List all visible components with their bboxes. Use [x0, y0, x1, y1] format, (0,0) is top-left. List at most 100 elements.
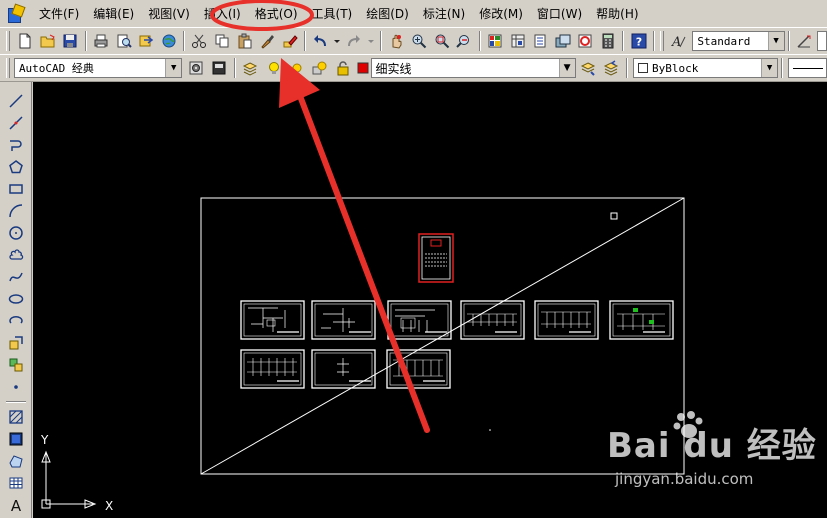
sheet-thumbnail[interactable] [387, 300, 452, 340]
cover-sheet-thumbnail[interactable] [418, 233, 454, 283]
polyline-tool-button[interactable] [5, 135, 27, 155]
linetype-combo[interactable] [788, 58, 827, 78]
layer-freeze-toggle[interactable] [286, 57, 307, 79]
menu-modify[interactable]: 修改(M) [472, 3, 530, 25]
construction-line-tool-button[interactable] [5, 113, 27, 133]
make-object-layer-current-button[interactable] [578, 57, 599, 79]
menu-format[interactable]: 格式(O) [248, 3, 305, 25]
drawing-canvas[interactable]: Y X Bai du 经验 jingyan.baidu.com [33, 82, 827, 518]
open-file-button[interactable] [37, 30, 58, 52]
tool-palettes-button[interactable] [530, 30, 551, 52]
sheet-thumbnail[interactable] [311, 300, 376, 340]
menu-insert[interactable]: 插入(I) [197, 3, 248, 25]
circle-tool-button[interactable] [5, 223, 27, 243]
menu-edit[interactable]: 编辑(E) [86, 3, 141, 25]
polygon-tool-button[interactable] [5, 157, 27, 177]
layer-combo[interactable]: 细实线 ▼ [370, 58, 576, 78]
sheet-set-manager-button[interactable] [552, 30, 573, 52]
layer-viewport-freeze-toggle[interactable] [309, 57, 330, 79]
grip-square[interactable] [610, 212, 618, 220]
color-value: ByBlock [652, 61, 699, 75]
toolbar-grip[interactable] [6, 58, 10, 78]
sheet-thumbnail[interactable] [386, 349, 451, 389]
multiline-text-tool-button[interactable]: A [5, 495, 27, 515]
insert-block-tool-button[interactable] [5, 333, 27, 353]
undo-button[interactable] [310, 30, 331, 52]
redo-button[interactable] [344, 30, 365, 52]
layer-properties-button[interactable] [240, 57, 261, 79]
paste-button[interactable] [234, 30, 255, 52]
menu-dimension[interactable]: 标注(N) [416, 3, 472, 25]
zoom-realtime-button[interactable] [409, 30, 430, 52]
revision-cloud-tool-button[interactable] [5, 245, 27, 265]
sheet-thumbnail[interactable] [240, 300, 305, 340]
dimension-style-combo[interactable] [817, 31, 827, 51]
properties-button[interactable] [485, 30, 506, 52]
help-icon: ? [631, 33, 647, 49]
ucs-y-label: Y [40, 433, 49, 447]
hatch-tool-button[interactable] [5, 407, 27, 427]
undo-dropdown[interactable] [333, 30, 342, 52]
rectangle-tool-button[interactable] [5, 179, 27, 199]
menu-tools[interactable]: 工具(T) [305, 3, 360, 25]
layer-previous-button[interactable] [601, 57, 622, 79]
save-workspace-button[interactable] [208, 57, 229, 79]
workspace-settings-button[interactable] [185, 57, 206, 79]
table-tool-button[interactable] [5, 473, 27, 493]
sheet-thumbnail[interactable] [534, 300, 599, 340]
menu-help[interactable]: 帮助(H) [589, 3, 645, 25]
design-center-button[interactable] [507, 30, 528, 52]
zoom-previous-button[interactable] [454, 30, 475, 52]
copy-button[interactable] [212, 30, 233, 52]
chevron-down-icon[interactable]: ▼ [558, 59, 575, 77]
menu-draw[interactable]: 绘图(D) [359, 3, 416, 25]
chevron-down-icon[interactable]: ▼ [165, 59, 182, 77]
zoom-window-button[interactable] [431, 30, 452, 52]
text-style-button[interactable]: A [669, 30, 690, 52]
save-button[interactable] [60, 30, 81, 52]
layer-lock-toggle[interactable] [333, 57, 354, 79]
toolbar-grip[interactable] [6, 31, 10, 51]
workspace-combo[interactable]: AutoCAD 经典 ▼ [13, 58, 183, 78]
redo-dropdown[interactable] [367, 30, 376, 52]
layer-color-swatch[interactable] [356, 57, 370, 79]
print-button[interactable] [91, 30, 112, 52]
menu-view[interactable]: 视图(V) [141, 3, 197, 25]
autocad-app-icon[interactable] [6, 5, 24, 23]
block-editor-button[interactable] [280, 30, 301, 52]
menu-file[interactable]: 文件(F) [32, 3, 86, 25]
match-properties-button[interactable] [257, 30, 278, 52]
point-tool-button[interactable] [5, 377, 27, 397]
pan-realtime-button[interactable] [386, 30, 407, 52]
dimension-style-button[interactable] [794, 30, 815, 52]
sheet-thumbnail[interactable] [609, 300, 674, 340]
chevron-down-icon[interactable]: ▼ [767, 32, 784, 50]
ellipse-arc-tool-button[interactable] [5, 311, 27, 331]
text-style-combo[interactable]: Standard ▼ [692, 31, 785, 51]
help-button[interactable]: ? [628, 30, 649, 52]
markup-set-manager-button[interactable] [575, 30, 596, 52]
menu-window[interactable]: 窗口(W) [530, 3, 589, 25]
make-block-tool-button[interactable] [5, 355, 27, 375]
workspace-value: AutoCAD 经典 [18, 62, 94, 75]
color-combo[interactable]: ByBlock ▼ [633, 58, 779, 78]
ellipse-icon [8, 294, 23, 304]
sheet-thumbnail[interactable] [240, 349, 305, 389]
ellipse-tool-button[interactable] [5, 289, 27, 309]
region-tool-button[interactable] [5, 451, 27, 471]
chevron-down-icon[interactable]: ▼ [761, 59, 778, 77]
spline-tool-button[interactable] [5, 267, 27, 287]
toolbar-grip[interactable] [659, 31, 664, 51]
quickcalc-button[interactable] [598, 30, 619, 52]
cut-button[interactable] [189, 30, 210, 52]
gradient-tool-button[interactable] [5, 429, 27, 449]
layer-on-toggle[interactable] [263, 57, 284, 79]
print-preview-button[interactable] [113, 30, 134, 52]
arc-tool-button[interactable] [5, 201, 27, 221]
publish-button[interactable] [136, 30, 157, 52]
line-tool-button[interactable] [5, 91, 27, 111]
design-center-online-button[interactable] [159, 30, 180, 52]
sheet-set-icon [555, 34, 571, 48]
sheet-thumbnail[interactable] [311, 349, 376, 389]
new-file-button[interactable] [15, 30, 36, 52]
